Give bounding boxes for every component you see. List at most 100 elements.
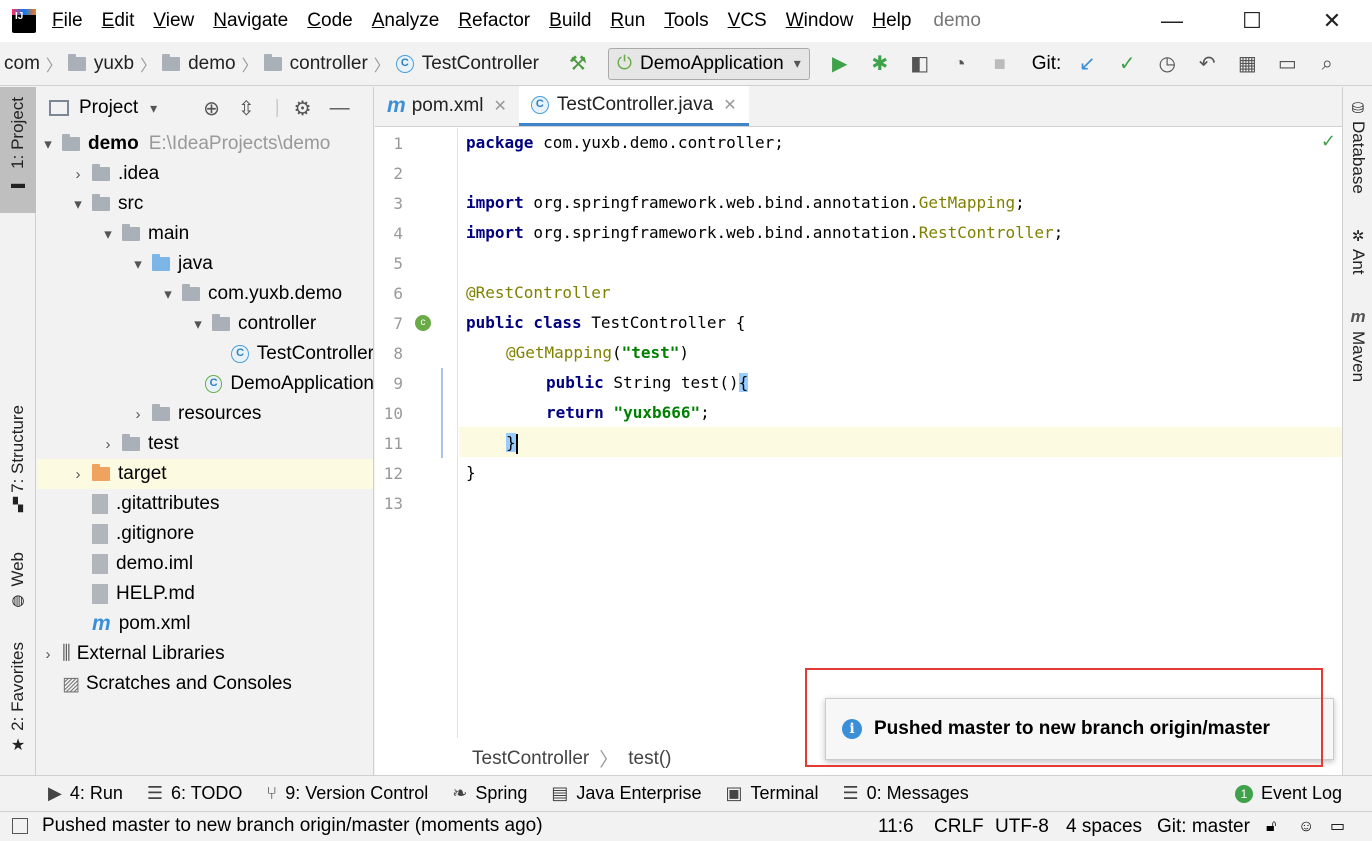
project-structure-icon[interactable]: ▦ [1234,51,1260,77]
collapse-arrow-icon[interactable]: › [67,166,89,183]
tab-testcontroller-java[interactable]: C TestController.java ✕ [518,86,749,126]
code-line-12[interactable]: } [466,458,476,488]
code-line-7[interactable]: public class TestController { [466,308,745,338]
vcs-update-icon[interactable]: ↙ [1074,51,1100,77]
menu-vcs[interactable]: VCS [728,10,767,32]
menu-navigate[interactable]: Navigate [213,10,288,32]
collapse-arrow-icon[interactable]: › [127,406,149,423]
search-icon[interactable]: ⌕ [1314,51,1340,77]
tree-item[interactable]: C TestController [37,339,373,369]
code-line-11[interactable]: } [506,428,518,458]
inspector-icon[interactable]: ☺ [1298,812,1314,841]
tree-item[interactable]: ▾ demo E:\IdeaProjects\demo [37,129,373,159]
tree-item[interactable]: › resources [37,399,373,429]
tree-item[interactable]: ▾ com.yuxb.demo [37,279,373,309]
git-branch[interactable]: Git: master [1157,812,1250,841]
status-message[interactable]: Pushed master to new branch origin/maste… [42,815,543,837]
tool-run[interactable]: ▶ 4: Run [48,783,123,804]
caret-position[interactable]: 11:6 [878,812,914,841]
tool-messages[interactable]: ☰ 0: Messages [843,783,969,804]
tree-item[interactable]: ▨ Scratches and Consoles [37,669,373,699]
menu-window[interactable]: Window [786,10,854,32]
chevron-down-icon[interactable]: ▾ [150,100,157,117]
inspection-ok-icon[interactable]: ✓ [1321,131,1336,152]
presentation-icon[interactable]: ▭ [1274,51,1300,77]
menu-help[interactable]: Help [872,10,911,32]
tab-maven[interactable]: m Maven [1343,307,1372,382]
tree-item[interactable]: ▾ controller [37,309,373,339]
menu-tools[interactable]: Tools [664,10,708,32]
spring-bean-gutter-icon[interactable]: c [415,315,431,331]
breadcrumb-testcontroller[interactable]: TestController [422,53,539,75]
minimize-button[interactable]: — [1132,0,1212,42]
tree-item[interactable]: › test [37,429,373,459]
project-view-title[interactable]: Project [79,97,138,119]
profile-icon[interactable]: ◔ [947,51,973,77]
tree-item[interactable]: ▾ java [37,249,373,279]
code-line-6[interactable]: @RestController [466,278,611,308]
file-encoding[interactable]: UTF-8 [995,812,1049,841]
tab-web[interactable]: Web ◍ [0,552,36,617]
indent-setting[interactable]: 4 spaces [1066,812,1142,841]
build-hammer-icon[interactable]: ⚒ [565,51,591,77]
tree-item[interactable]: .gitattributes [37,489,373,519]
tree-item[interactable]: demo.iml [37,549,373,579]
tree-item[interactable]: ▾ main [37,219,373,249]
expand-arrow-icon[interactable]: ▾ [157,285,179,303]
editor-breadcrumb-method[interactable]: test() [628,748,671,770]
history-icon[interactable]: ◷ [1154,51,1180,77]
menu-run[interactable]: Run [610,10,645,32]
tab-ant[interactable]: ✲ Ant [1343,227,1372,275]
tree-item[interactable]: ▾ src [37,189,373,219]
gear-icon[interactable]: ⚙ [294,96,312,121]
locate-icon[interactable]: ⊕ [203,96,220,121]
tree-item[interactable]: › .idea [37,159,373,189]
menu-code[interactable]: Code [307,10,352,32]
tab-favorites[interactable]: 2: Favorites ★ [0,642,36,760]
menu-edit[interactable]: Edit [102,10,135,32]
tree-item[interactable]: C DemoApplication [37,369,373,399]
tool-spring[interactable]: ❧ Spring [452,783,527,804]
expand-arrow-icon[interactable]: ▾ [97,225,119,243]
menu-refactor[interactable]: Refactor [458,10,530,32]
collapse-arrow-icon[interactable]: › [67,466,89,483]
run-configuration-select[interactable]: ⏻ DemoApplication ▾ [608,47,810,80]
tree-item[interactable]: m pom.xml [37,609,373,639]
menu-view[interactable]: View [153,10,194,32]
expand-arrow-icon[interactable]: ▾ [187,315,209,333]
vcs-commit-icon[interactable]: ✓ [1114,51,1140,77]
tree-item[interactable]: HELP.md [37,579,373,609]
tool-java-enterprise[interactable]: ▤ Java Enterprise [551,783,701,804]
code-line-3[interactable]: import org.springframework.web.bind.anno… [466,188,1025,218]
run-icon[interactable]: ▶ [827,51,853,77]
expand-arrow-icon[interactable]: ▾ [67,195,89,213]
breadcrumb-demo[interactable]: demo [188,53,236,75]
tree-item[interactable]: .gitignore [37,519,373,549]
hide-panel-icon[interactable]: — [330,97,350,120]
debug-icon[interactable]: ✱ [867,51,893,77]
tab-database[interactable]: ⛁ Database [1343,99,1372,194]
close-tab-icon[interactable]: ✕ [493,96,506,116]
rollback-icon[interactable]: ↶ [1194,51,1220,77]
tree-item[interactable]: › target [37,459,373,489]
close-tab-icon[interactable]: ✕ [723,95,736,115]
code-line-1[interactable]: package com.yuxb.demo.controller; [466,128,784,158]
code-line-10[interactable]: return "yuxb666"; [546,398,710,428]
expand-arrow-icon[interactable]: ▾ [127,255,149,273]
tab-structure[interactable]: 7: Structure ▚ [0,405,36,525]
tab-pom-xml[interactable]: m pom.xml ✕ [375,86,519,126]
code-line-9[interactable]: public String test(){ [546,368,749,398]
coverage-icon[interactable]: ◧ [907,51,933,77]
maximize-button[interactable]: ☐ [1212,0,1292,42]
code-line-4[interactable]: import org.springframework.web.bind.anno… [466,218,1063,248]
tool-version-control[interactable]: ⑂ 9: Version Control [266,783,428,804]
menu-file[interactable]: File [52,10,83,32]
line-separator[interactable]: CRLF [934,812,984,841]
close-window-button[interactable]: ✕ [1292,0,1372,42]
expand-arrow-icon[interactable]: ▾ [37,135,59,153]
editor-breadcrumb-class[interactable]: TestController [472,748,589,770]
tool-terminal[interactable]: ▣ Terminal [725,783,818,804]
toggle-tool-windows-icon[interactable] [12,818,28,834]
breadcrumb-controller[interactable]: controller [290,53,368,75]
stop-icon[interactable]: ■ [987,51,1013,77]
